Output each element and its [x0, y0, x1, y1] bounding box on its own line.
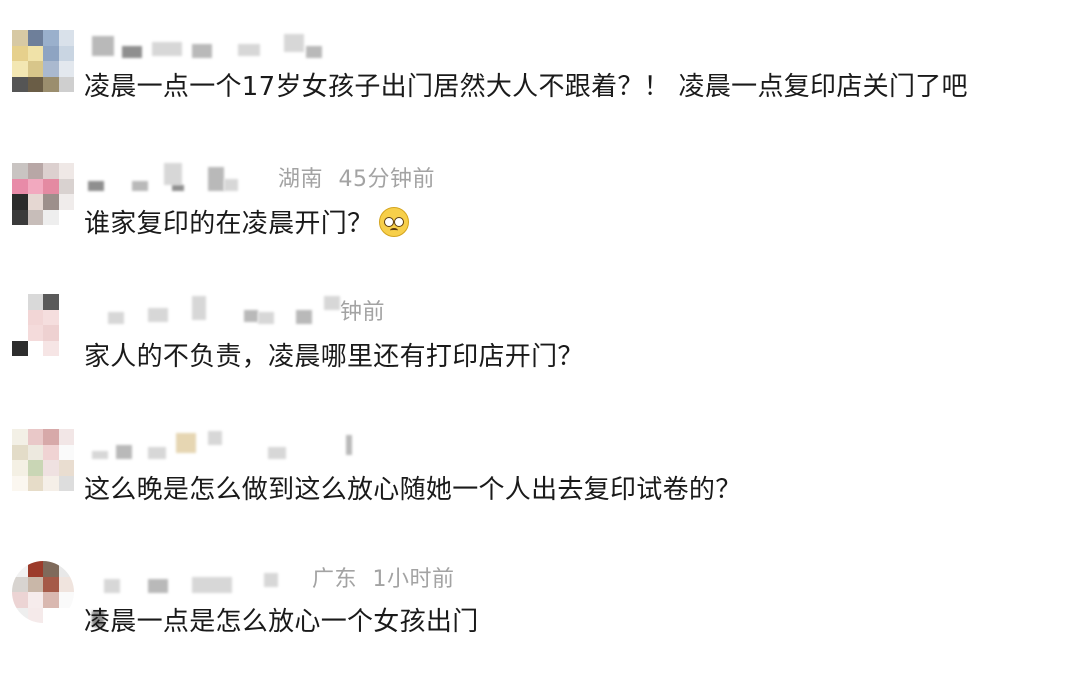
username-blurred[interactable]	[88, 565, 308, 627]
username-blurred[interactable]	[88, 32, 348, 62]
comment-text: 谁家复印的在凌晨开门？	[84, 203, 410, 240]
comment-time: 1小时前	[372, 567, 455, 592]
comment-item: 凌晨一点一个17岁女孩子出门居然大人不跟着？！ 凌晨一点复印店关门了吧	[0, 20, 1080, 140]
comment-item: 广东 1小时前 凌晨一点是怎么放心一个女孩出门	[0, 557, 1080, 677]
comment-time: 45分钟前	[338, 167, 436, 192]
avatar[interactable]	[12, 561, 74, 623]
comment-location: 湖南	[278, 167, 324, 192]
comment-text: 这么晚是怎么做到这么放心随她一个人出去复印试卷的？	[84, 475, 742, 505]
comment-item: 钟前 家人的不负责，凌晨哪里还有打印店开门？	[0, 288, 1080, 408]
avatar[interactable]	[12, 294, 74, 356]
comment-meta: 湖南 45分钟前	[278, 161, 435, 193]
comment-item: 这么晚是怎么做到这么放心随她一个人出去复印试卷的？	[0, 423, 1080, 543]
comment-meta: 钟前	[340, 294, 385, 326]
comment-item: 湖南 45分钟前 谁家复印的在凌晨开门？	[0, 155, 1080, 275]
comment-text-body: 谁家复印的在凌晨开门？	[84, 209, 374, 239]
username-blurred[interactable]	[88, 161, 268, 191]
avatar[interactable]	[12, 163, 74, 225]
username-blurred[interactable]	[88, 427, 368, 459]
comment-text: 凌晨一点是怎么放心一个女孩出门	[84, 607, 479, 637]
comment-meta: 广东 1小时前	[312, 561, 455, 593]
username-blurred[interactable]	[88, 294, 340, 324]
comment-time: 钟前	[340, 300, 386, 325]
avatar[interactable]	[12, 429, 74, 491]
comment-location: 广东	[312, 567, 358, 592]
pleading-face-icon	[379, 207, 410, 237]
comment-text: 家人的不负责，凌晨哪里还有打印店开门？	[84, 342, 584, 372]
comment-text: 凌晨一点一个17岁女孩子出门居然大人不跟着？！ 凌晨一点复印店关门了吧	[84, 72, 968, 102]
avatar[interactable]	[12, 30, 74, 92]
